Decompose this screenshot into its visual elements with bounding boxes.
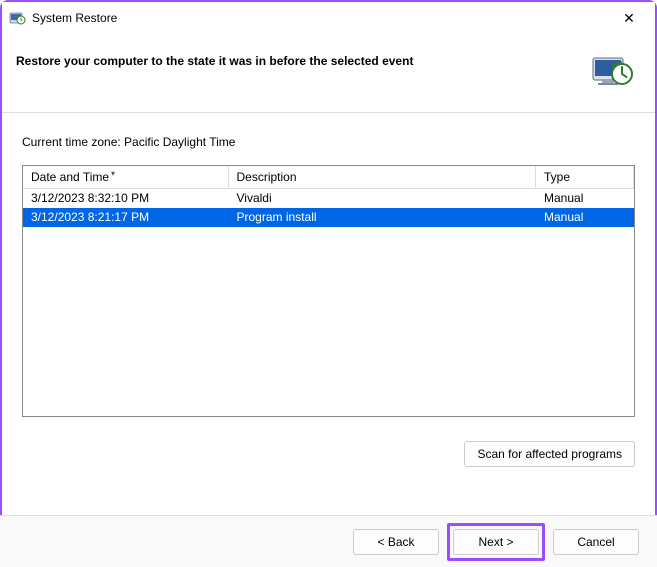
- table-row-empty: [23, 379, 634, 398]
- cell-type: Manual: [536, 208, 634, 227]
- sort-indicator-icon: ▾: [111, 169, 115, 178]
- table-row-empty: [23, 303, 634, 322]
- timezone-label: Current time zone: Pacific Daylight Time: [22, 135, 635, 149]
- restore-monitor-icon: [589, 52, 635, 94]
- wizard-content: Current time zone: Pacific Daylight Time…: [2, 113, 655, 427]
- column-header-type[interactable]: Type: [536, 166, 634, 189]
- wizard-header: Restore your computer to the state it wa…: [2, 34, 655, 113]
- column-header-date-label: Date and Time: [31, 170, 109, 184]
- table-row[interactable]: 3/12/2023 8:32:10 PMVivaldiManual: [23, 189, 634, 208]
- cell-date: 3/12/2023 8:32:10 PM: [23, 189, 228, 208]
- cell-date: 3/12/2023 8:21:17 PM: [23, 208, 228, 227]
- table-row-empty: [23, 398, 634, 417]
- cancel-button[interactable]: Cancel: [553, 529, 639, 555]
- wizard-headline: Restore your computer to the state it wa…: [16, 52, 579, 68]
- titlebar: System Restore ✕: [2, 2, 655, 34]
- restore-points-table[interactable]: Date and Time ▾ Description Type 3/12/20…: [22, 165, 635, 417]
- close-button[interactable]: ✕: [609, 4, 649, 32]
- table-row[interactable]: 3/12/2023 8:21:17 PMProgram installManua…: [23, 208, 634, 227]
- back-button[interactable]: < Back: [353, 529, 439, 555]
- column-header-date[interactable]: Date and Time ▾: [23, 166, 228, 189]
- next-button-highlight: Next >: [447, 523, 545, 561]
- table-row-empty: [23, 227, 634, 246]
- cell-type: Manual: [536, 189, 634, 208]
- window-title: System Restore: [32, 11, 609, 25]
- next-button[interactable]: Next >: [453, 529, 539, 555]
- wizard-footer: < Back Next > Cancel: [0, 515, 657, 567]
- system-restore-icon: [8, 9, 26, 27]
- table-row-empty: [23, 360, 634, 379]
- cell-desc: Program install: [228, 208, 536, 227]
- scan-affected-programs-button[interactable]: Scan for affected programs: [464, 441, 635, 467]
- table-row-empty: [23, 341, 634, 360]
- table-row-empty: [23, 322, 634, 341]
- scan-row: Scan for affected programs: [2, 427, 655, 467]
- table-row-empty: [23, 265, 634, 284]
- table-row-empty: [23, 284, 634, 303]
- table-row-empty: [23, 246, 634, 265]
- column-header-description[interactable]: Description: [228, 166, 536, 189]
- cell-desc: Vivaldi: [228, 189, 536, 208]
